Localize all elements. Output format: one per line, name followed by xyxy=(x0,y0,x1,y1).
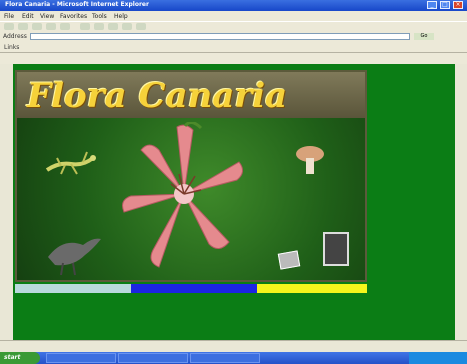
menu-view[interactable]: View xyxy=(40,13,54,20)
mail-icon[interactable] xyxy=(122,23,132,30)
menu-favorites[interactable]: Favorites xyxy=(60,13,87,20)
menu-edit[interactable]: Edit xyxy=(22,13,34,20)
address-label: Address xyxy=(3,33,27,40)
postcard-image[interactable] xyxy=(277,250,301,270)
site-title: Flora Canaria xyxy=(27,76,288,116)
nav-segment-2[interactable] xyxy=(131,284,257,293)
taskbar-item[interactable] xyxy=(46,353,116,363)
favorites-icon[interactable] xyxy=(94,23,104,30)
forward-icon[interactable] xyxy=(18,23,28,30)
print-icon[interactable] xyxy=(136,23,146,30)
taskbar-item[interactable] xyxy=(118,353,188,363)
menu-tools[interactable]: Tools xyxy=(92,13,107,20)
nav-segment-4[interactable] xyxy=(313,284,367,293)
window-title: Flora Canaria - Microsoft Internet Explo… xyxy=(5,1,149,8)
links-label: Links xyxy=(4,44,20,51)
book-image[interactable] xyxy=(323,232,349,266)
go-button[interactable]: Go xyxy=(414,33,434,40)
stop-icon[interactable] xyxy=(32,23,42,30)
window-title-bar: Flora Canaria - Microsoft Internet Explo… xyxy=(0,0,467,11)
menu-help[interactable]: Help xyxy=(114,13,128,20)
search-icon[interactable] xyxy=(80,23,90,30)
menu-file[interactable]: File xyxy=(4,13,14,20)
left-margin xyxy=(0,64,13,340)
maximize-button[interactable]: □ xyxy=(440,1,450,9)
lizard-image[interactable] xyxy=(43,144,99,180)
close-button[interactable]: × xyxy=(453,1,463,9)
history-icon[interactable] xyxy=(108,23,118,30)
address-input[interactable] xyxy=(30,33,410,40)
status-bar xyxy=(0,340,467,352)
bottom-nav-bar xyxy=(15,284,367,293)
home-icon[interactable] xyxy=(60,23,70,30)
flower-image[interactable] xyxy=(119,122,249,272)
mushroom-image[interactable] xyxy=(295,144,325,178)
minimize-button[interactable]: _ xyxy=(427,1,437,9)
links-bar: Links xyxy=(0,42,467,53)
menu-bar: File Edit View Favorites Tools Help xyxy=(0,11,467,21)
taskbar: start xyxy=(0,352,467,364)
page-toolbar xyxy=(0,53,467,64)
bird-image[interactable] xyxy=(43,227,103,277)
address-bar: Address Go xyxy=(0,31,467,42)
refresh-icon[interactable] xyxy=(46,23,56,30)
browser-toolbar xyxy=(0,21,467,31)
taskbar-item[interactable] xyxy=(190,353,260,363)
nav-segment-3[interactable] xyxy=(257,284,313,293)
site-banner-frame: Flora Canaria xyxy=(15,70,367,282)
right-scrollbar[interactable] xyxy=(455,64,467,340)
system-tray xyxy=(409,352,467,364)
back-icon[interactable] xyxy=(4,23,14,30)
nav-segment-1[interactable] xyxy=(15,284,131,293)
start-button[interactable]: start xyxy=(0,352,40,364)
